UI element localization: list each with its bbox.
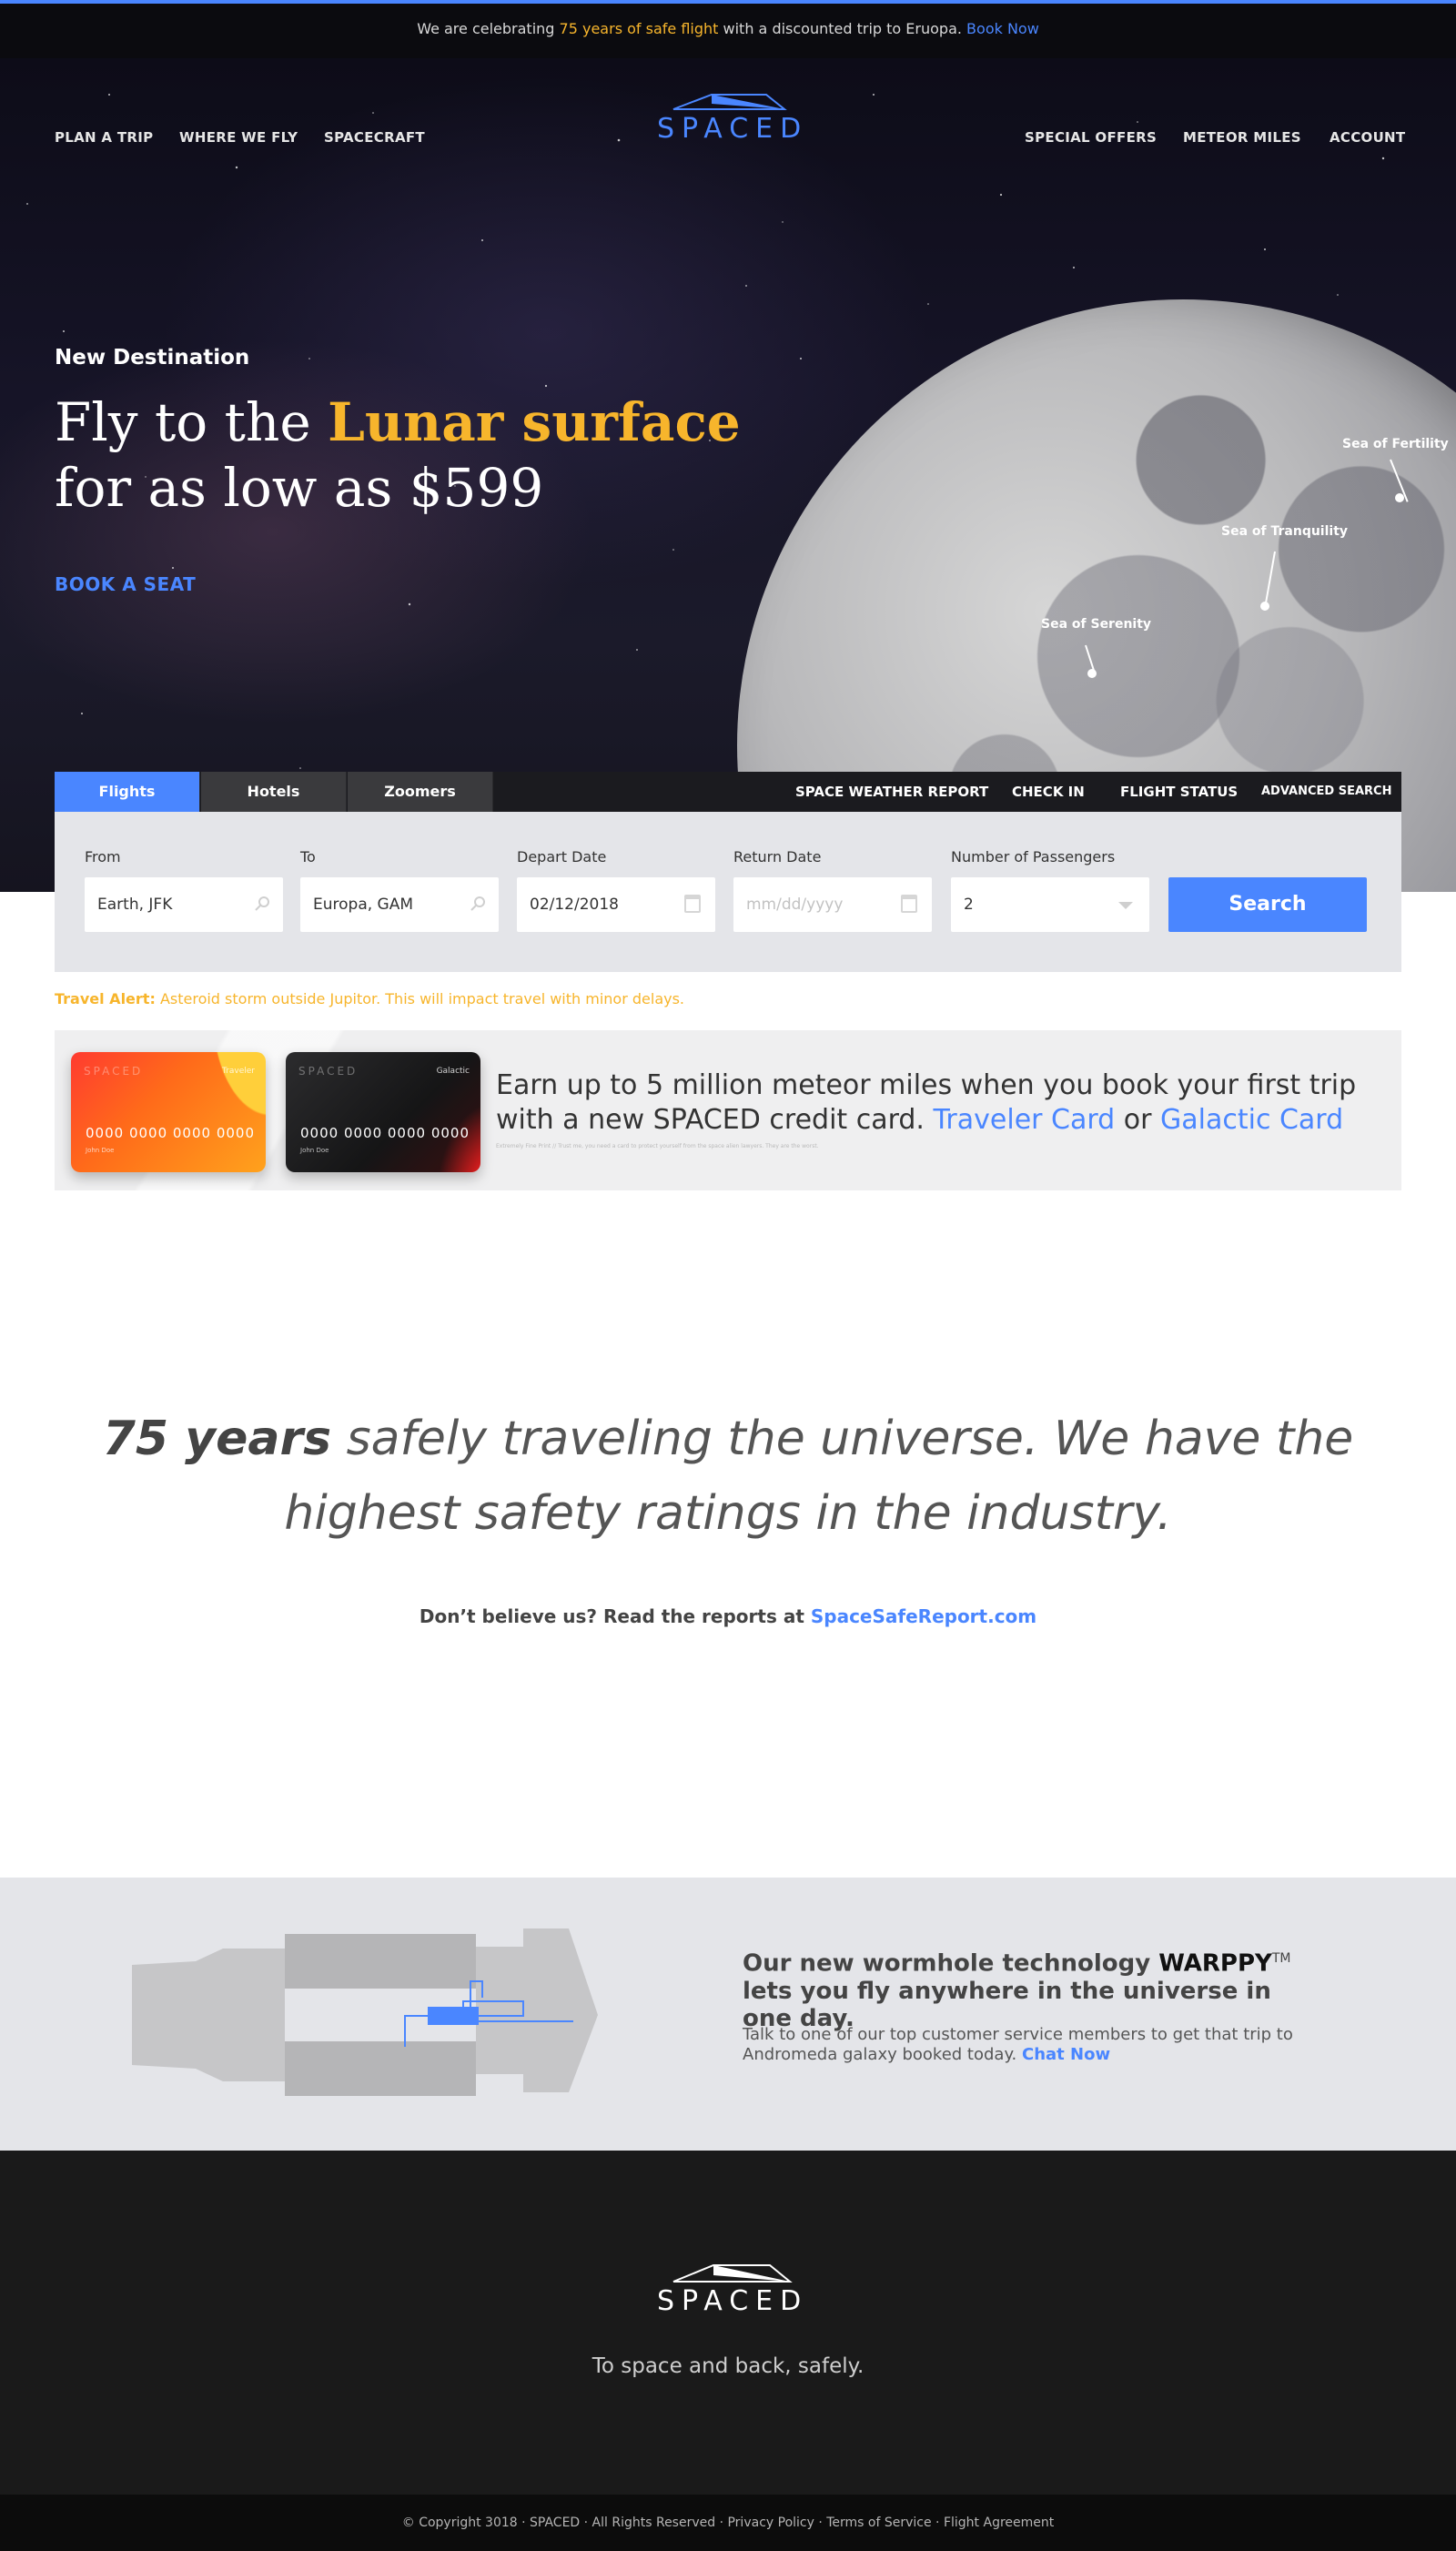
- from-value: Earth, JFK: [97, 896, 173, 914]
- calendar-icon: [901, 895, 917, 913]
- card-brand: SPACED: [298, 1065, 359, 1078]
- announcement-middle: with a discounted trip to Eruopa.: [723, 20, 962, 37]
- promo-or: or: [1123, 1104, 1152, 1136]
- tab-hotels[interactable]: Hotels: [201, 772, 347, 812]
- logo-ship-icon: [672, 94, 787, 110]
- advanced-search-link[interactable]: ADVANCED SEARCH: [1261, 772, 1391, 812]
- pin-dot-serenity: [1087, 669, 1097, 678]
- galactic-card-link[interactable]: Galactic Card: [1160, 1104, 1343, 1136]
- promo-headline: Earn up to 5 million meteor miles when y…: [496, 1068, 1388, 1138]
- search-button[interactable]: Search: [1168, 877, 1367, 932]
- card-number: 0000 0000 0000 0000: [86, 1125, 255, 1141]
- nav-spacecraft[interactable]: SPACECRAFT: [324, 129, 425, 146]
- search-icon: [470, 896, 486, 914]
- pin-dot-tranquility: [1260, 602, 1269, 611]
- card-number: 0000 0000 0000 0000: [300, 1125, 470, 1141]
- announcement-text: We are celebrating 75 years of safe flig…: [0, 20, 1456, 37]
- pin-dot-fertility: [1395, 493, 1404, 502]
- announcement-bar: We are celebrating 75 years of safe flig…: [0, 0, 1456, 58]
- logo-wordmark: SPACED: [657, 113, 809, 145]
- space-weather-report-link[interactable]: SPACE WEATHER REPORT: [795, 772, 988, 812]
- passengers-label: Number of Passengers: [951, 848, 1116, 866]
- flight-search-form: From Earth, JFK To Europa, GAM Depart Da…: [55, 812, 1401, 972]
- promo-fine-print: Extremely Fine Print // Trust me, you ne…: [496, 1143, 819, 1149]
- book-now-link[interactable]: Book Now: [966, 20, 1039, 37]
- return-date-label: Return Date: [733, 848, 822, 866]
- check-in-link[interactable]: CHECK IN: [1012, 772, 1085, 812]
- traveler-card-link[interactable]: Traveler Card: [934, 1104, 1116, 1136]
- book-a-seat-link[interactable]: BOOK A SEAT: [55, 573, 196, 595]
- safety-line2: highest safety ratings in the industry.: [284, 1486, 1172, 1541]
- to-label: To: [300, 848, 316, 866]
- hero-title: Fly to the Lunar surface for as low as $…: [55, 390, 741, 521]
- travel-alert-label: Travel Alert:: [55, 990, 156, 1007]
- moon-label-serenity: Sea of Serenity: [1041, 617, 1152, 632]
- safety-statement: 75 years safely traveling the universe. …: [0, 1402, 1456, 1551]
- nav-plan-a-trip[interactable]: PLAN A TRIP: [55, 129, 153, 146]
- warp-body: Talk to one of our top customer service …: [743, 2025, 1307, 2065]
- chat-now-link[interactable]: Chat Now: [1022, 2045, 1110, 2064]
- depart-date-input[interactable]: 02/12/2018: [517, 877, 715, 932]
- card-holder: John Doe: [300, 1147, 329, 1154]
- search-icon: [254, 896, 270, 914]
- return-date-input[interactable]: mm/dd/yyyy: [733, 877, 932, 932]
- space-safe-report-link[interactable]: SpaceSafeReport.com: [811, 1605, 1036, 1627]
- wormhole-section: Our new wormhole technology WARPPYTM let…: [0, 1878, 1456, 2151]
- card-holder: John Doe: [86, 1147, 115, 1154]
- card-kind: Galactic: [436, 1067, 470, 1076]
- hero-title-price: for as low as $599: [55, 457, 544, 519]
- depart-date-value: 02/12/2018: [530, 896, 619, 914]
- warp-brand: WARPPY: [1158, 1949, 1272, 1978]
- warp-title-post: lets you fly anywhere in the universe in…: [743, 1977, 1271, 2032]
- safety-reports: Don’t believe us? Read the reports at Sp…: [0, 1605, 1456, 1627]
- tab-flights[interactable]: Flights: [55, 772, 200, 812]
- spaceship-illustration: [132, 1928, 598, 2096]
- warp-title-pre: Our new wormhole technology: [743, 1949, 1151, 1978]
- tab-zoomers[interactable]: Zoomers: [348, 772, 493, 812]
- reports-text: Don’t believe us? Read the reports at: [419, 1605, 804, 1627]
- moon-label-fertility: Sea of Fertility: [1342, 437, 1449, 451]
- galactic-card-image[interactable]: SPACED Galactic 0000 0000 0000 0000 John…: [286, 1052, 480, 1172]
- warp-body-text: Talk to one of our top customer service …: [743, 2025, 1293, 2064]
- depart-date-label: Depart Date: [517, 848, 607, 866]
- hero-title-accent: Lunar surface: [328, 391, 741, 453]
- announcement-prefix: We are celebrating: [417, 20, 555, 37]
- calendar-icon: [684, 895, 701, 913]
- nav-where-we-fly[interactable]: WHERE WE FLY: [179, 129, 298, 146]
- flight-status-link[interactable]: FLIGHT STATUS: [1120, 772, 1238, 812]
- footer-logo[interactable]: SPACED: [657, 2262, 809, 2320]
- return-date-placeholder: mm/dd/yyyy: [746, 896, 844, 914]
- passengers-select[interactable]: 2: [951, 877, 1149, 932]
- hero-kicker: New Destination: [55, 346, 250, 369]
- card-kind: Traveler: [222, 1067, 255, 1076]
- warp-title: Our new wormhole technology WARPPYTM let…: [743, 1945, 1307, 2032]
- booking-tabs: Flights Hotels Zoomers SPACE WEATHER REP…: [55, 772, 1401, 812]
- chevron-down-icon: [1118, 902, 1133, 909]
- copyright-bar: © Copyright 3018 · SPACED · All Rights R…: [0, 2495, 1456, 2551]
- nav-special-offers[interactable]: SPECIAL OFFERS: [1025, 129, 1157, 146]
- traveler-card-image[interactable]: SPACED Traveler 0000 0000 0000 0000 John…: [71, 1052, 266, 1172]
- nav-meteor-miles[interactable]: METEOR MILES: [1183, 129, 1301, 146]
- from-input[interactable]: Earth, JFK: [85, 877, 283, 932]
- safety-line1: safely traveling the universe. We have t…: [346, 1412, 1354, 1466]
- logo-ship-icon: [672, 2264, 793, 2283]
- footer-tagline: To space and back, safely.: [592, 2354, 864, 2378]
- warp-tm: TM: [1271, 1951, 1291, 1966]
- to-value: Europa, GAM: [313, 896, 414, 914]
- card-brand: SPACED: [84, 1065, 144, 1078]
- hero-title-pre: Fly to the: [55, 391, 311, 453]
- travel-alert: Travel Alert: Asteroid storm outside Jup…: [55, 990, 684, 1007]
- from-label: From: [85, 848, 121, 866]
- travel-alert-text: Asteroid storm outside Jupitor. This wil…: [159, 990, 685, 1007]
- site-logo[interactable]: SPACED: [657, 91, 809, 146]
- nav-account[interactable]: ACCOUNT: [1330, 129, 1405, 146]
- footer: SPACED To space and back, safely.: [0, 2151, 1456, 2495]
- announcement-highlight: 75 years of safe flight: [559, 20, 719, 37]
- moon-label-tranquility: Sea of Tranquility: [1221, 524, 1349, 539]
- credit-card-promo: SPACED Traveler 0000 0000 0000 0000 John…: [55, 1030, 1401, 1190]
- to-input[interactable]: Europa, GAM: [300, 877, 499, 932]
- passengers-value: 2: [964, 896, 974, 914]
- footer-logo-wordmark: SPACED: [657, 2285, 809, 2317]
- safety-years: 75 years: [102, 1412, 332, 1466]
